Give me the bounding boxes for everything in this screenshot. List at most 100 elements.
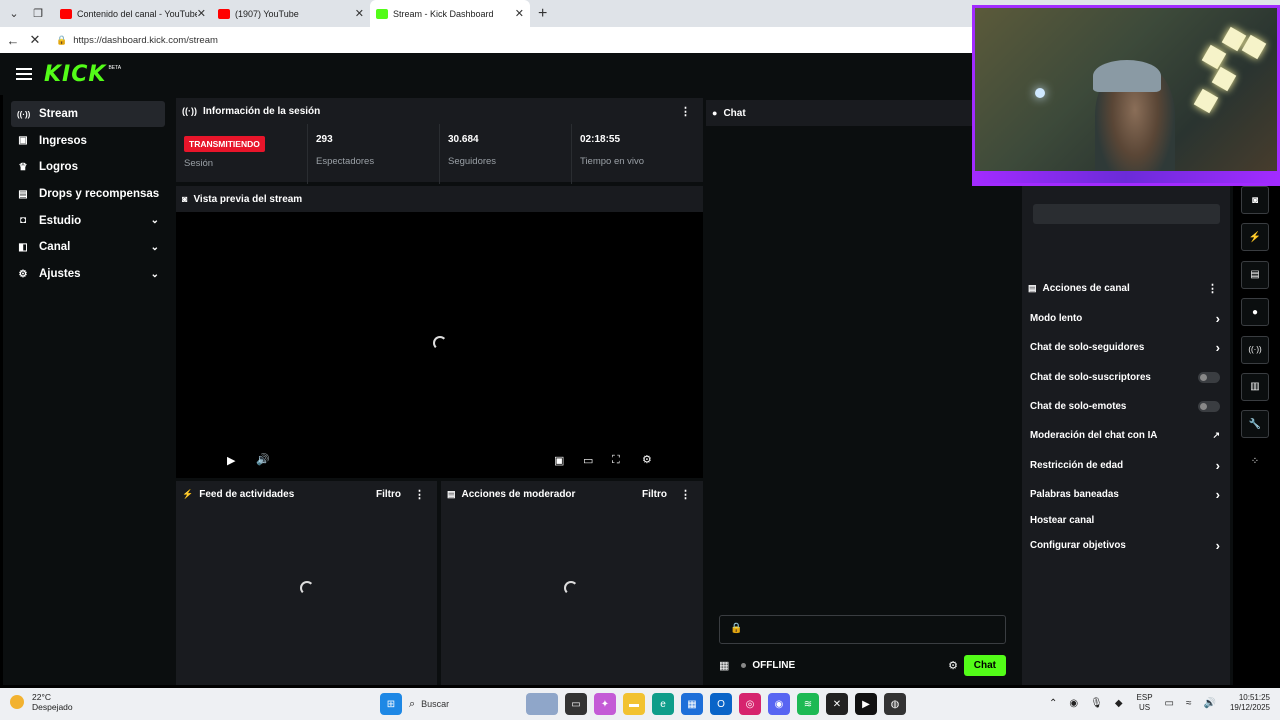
- studio-icon: ◘: [19, 215, 27, 227]
- close-tab-icon[interactable]: ✕: [355, 7, 364, 20]
- more-options-icon[interactable]: ⋮: [680, 105, 691, 118]
- language-indicator[interactable]: ESP US: [1137, 693, 1153, 713]
- store-icon[interactable]: ▦: [681, 693, 703, 715]
- sidebar-item-label: Canal: [39, 241, 71, 254]
- obs-icon[interactable]: ◍: [884, 693, 906, 715]
- file-explorer-icon[interactable]: ▬: [623, 693, 645, 715]
- tab-youtube[interactable]: (1907) YouTube ✕: [212, 0, 370, 27]
- close-tab-icon[interactable]: ✕: [515, 7, 524, 20]
- chat-panel: ● Chat 🔒 ▦ OFFLINE ⚙ Chat: [706, 100, 1020, 685]
- tab-youtube-studio[interactable]: Contenido del canal - YouTube Stu ✕: [54, 0, 212, 27]
- sidebar-item-canal[interactable]: ◧ Canal ⌄: [11, 234, 165, 260]
- close-tab-icon[interactable]: ✕: [197, 7, 206, 20]
- quick-actions-strip: ◙ ⚡ ▤ ● ((·)) ▥ 🔧 ⁘: [1239, 186, 1271, 485]
- action-slow-mode[interactable]: Modo lento ›: [1022, 304, 1230, 333]
- url-field[interactable]: 🔒 https://dashboard.kick.com/stream: [56, 35, 218, 46]
- store-icon[interactable]: ▦: [719, 659, 729, 672]
- lightning-icon[interactable]: ⚡: [1241, 223, 1269, 252]
- pip-icon[interactable]: ▣: [554, 454, 564, 467]
- outlook-icon[interactable]: O: [710, 693, 732, 715]
- kick-logo[interactable]: KICK: [44, 62, 106, 87]
- spotify-icon[interactable]: ≋: [797, 693, 819, 715]
- discord-icon[interactable]: ◉: [768, 693, 790, 715]
- subscribers-only-toggle[interactable]: [1198, 371, 1220, 383]
- media-player-icon[interactable]: ▶: [855, 693, 877, 715]
- location-icon[interactable]: ◆: [1115, 698, 1123, 709]
- theater-mode-icon[interactable]: ▭: [583, 454, 593, 467]
- chat-input[interactable]: 🔒: [719, 615, 1006, 644]
- hex-light: [1241, 34, 1267, 60]
- new-tab-icon[interactable]: +: [538, 5, 547, 23]
- stat-label: Sesión: [184, 158, 214, 169]
- tab-kick-dashboard[interactable]: Stream - Kick Dashboard ✕: [370, 0, 530, 27]
- streamer-cap: [1093, 60, 1161, 92]
- workspaces-icon[interactable]: ❐: [28, 4, 48, 24]
- webcam-overlay: [972, 5, 1280, 186]
- chat-bubble-icon[interactable]: ●: [1241, 298, 1269, 327]
- lock-icon: 🔒: [730, 623, 743, 634]
- edge-browser-icon[interactable]: e: [652, 693, 674, 715]
- volume-icon[interactable]: 🔊: [1204, 698, 1216, 709]
- more-options-icon[interactable]: ⋮: [680, 488, 691, 501]
- sidebar-item-stream[interactable]: ((·)) Stream: [11, 101, 165, 127]
- filter-button[interactable]: Filtro: [642, 489, 667, 500]
- money-icon: ▣: [18, 135, 28, 147]
- more-options-icon[interactable]: ⋮: [1207, 282, 1218, 295]
- action-configure-goals[interactable]: Configurar objetivos ›: [1022, 531, 1230, 560]
- action-label: Moderación del chat con IA: [1030, 430, 1158, 442]
- search-highlight-icon[interactable]: [526, 693, 558, 715]
- server-icon[interactable]: ▥: [1241, 372, 1269, 401]
- chat-status: OFFLINE: [752, 659, 796, 671]
- apps-icon[interactable]: ⁘: [1241, 448, 1269, 476]
- play-icon[interactable]: ▶: [227, 454, 235, 467]
- wrench-icon[interactable]: 🔧: [1241, 410, 1269, 439]
- menu-icon[interactable]: [16, 65, 32, 83]
- emotes-only-toggle[interactable]: [1198, 401, 1220, 413]
- clock[interactable]: 10:51:25 19/12/2025: [1230, 693, 1270, 713]
- action-emotes-only[interactable]: Chat de solo-emotes: [1022, 392, 1230, 421]
- more-options-icon[interactable]: ⋮: [414, 488, 425, 501]
- stream-preview-player[interactable]: ▶ 🔊 ▣ ▭ ⛶ ⚙: [176, 212, 703, 478]
- sidebar-item-ajustes[interactable]: ⚙ Ajustes ⌄: [11, 261, 165, 287]
- sidebar-item-logros[interactable]: ♛ Logros: [11, 154, 165, 180]
- tab-list-icon[interactable]: ⌄: [4, 4, 24, 24]
- fullscreen-icon[interactable]: ⛶: [612, 454, 620, 467]
- weather-widget[interactable]: 22°C Despejado: [10, 692, 73, 712]
- volume-icon[interactable]: 🔊: [256, 453, 270, 466]
- sidebar-item-estudio[interactable]: ◘ Estudio ⌄: [11, 208, 165, 234]
- instagram-icon[interactable]: ◎: [739, 693, 761, 715]
- stop-loading-icon[interactable]: ✕: [24, 32, 46, 48]
- sidebar-item-ingresos[interactable]: ▣ Ingresos: [11, 128, 165, 154]
- loading-spinner: [564, 581, 578, 595]
- weather-sun-icon: [10, 695, 24, 709]
- security-icon[interactable]: ◉: [1069, 698, 1078, 709]
- capcut-icon[interactable]: ✕: [826, 693, 848, 715]
- stat-session: TRANSMITIENDO Sesión: [176, 124, 308, 184]
- action-subscribers-only[interactable]: Chat de solo-suscriptores: [1022, 363, 1230, 392]
- sidebar-item-drops[interactable]: ▤ Drops y recompensas: [11, 181, 165, 207]
- windows-start-icon[interactable]: ⊞: [380, 693, 402, 715]
- microphone-icon[interactable]: 🎙: [1090, 698, 1103, 709]
- weather-desc: Despejado: [32, 702, 73, 712]
- copilot-icon[interactable]: ✦: [594, 693, 616, 715]
- wifi-icon[interactable]: ≈: [1186, 698, 1192, 709]
- display-icon[interactable]: ▭: [1165, 698, 1174, 709]
- action-host-channel[interactable]: Hostear canal: [1022, 509, 1230, 531]
- clip-icon[interactable]: ◙: [1241, 186, 1269, 214]
- notes-icon[interactable]: ▤: [1241, 260, 1269, 289]
- taskbar-search[interactable]: ⌕ Buscar: [409, 693, 501, 715]
- broadcast-icon[interactable]: ((·)): [1241, 335, 1269, 364]
- chevron-up-icon[interactable]: ⌃: [1049, 698, 1057, 709]
- filter-button[interactable]: Filtro: [376, 489, 401, 500]
- action-banned-words[interactable]: Palabras baneadas ›: [1022, 480, 1230, 509]
- settings-gear-icon[interactable]: ⚙: [642, 453, 652, 466]
- action-followers-only[interactable]: Chat de solo-seguidores ›: [1022, 333, 1230, 362]
- stat-label: Tiempo en vivo: [580, 156, 645, 167]
- action-ai-moderation[interactable]: Moderación del chat con IA ↗: [1022, 421, 1230, 450]
- chat-settings-icon[interactable]: ⚙: [948, 659, 958, 672]
- task-view-icon[interactable]: ▭: [565, 693, 587, 715]
- chat-send-button[interactable]: Chat: [963, 654, 1006, 676]
- action-age-restriction[interactable]: Restricción de edad ›: [1022, 450, 1230, 479]
- site-info-icon[interactable]: 🔒: [56, 35, 67, 46]
- back-arrow-icon[interactable]: ←: [2, 33, 24, 48]
